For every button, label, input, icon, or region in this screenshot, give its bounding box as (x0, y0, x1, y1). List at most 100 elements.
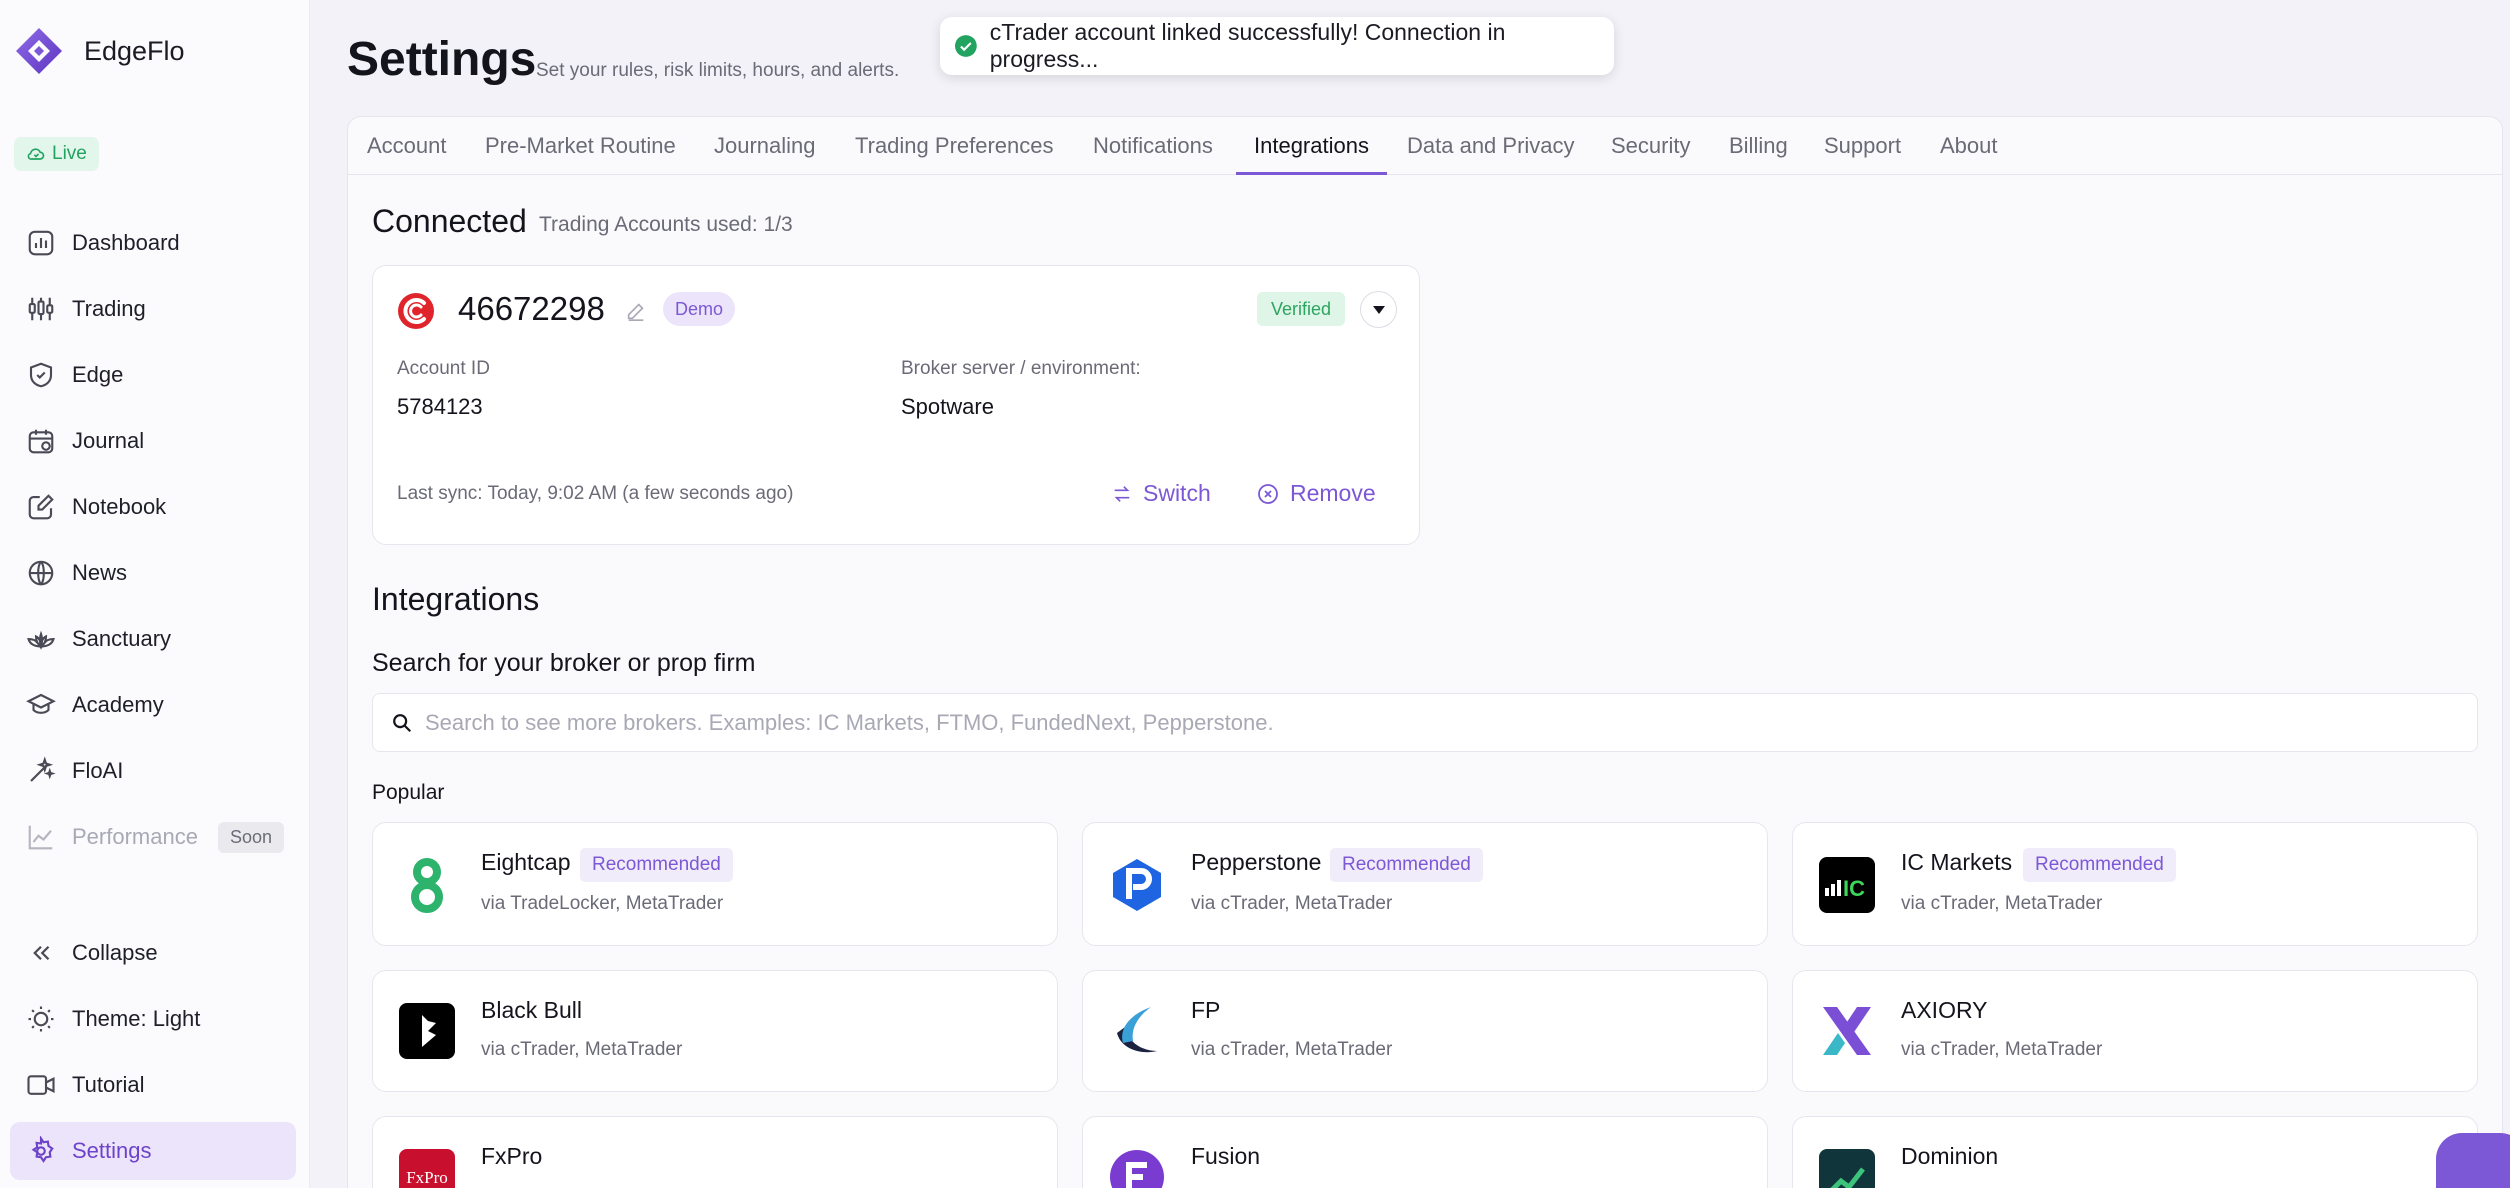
account-id-label: Account ID (397, 358, 490, 379)
graduation-cap-icon (26, 693, 56, 714)
ctrader-logo-icon (398, 293, 434, 329)
broker-search[interactable] (372, 693, 2478, 752)
live-status-badge: Live (14, 137, 99, 171)
tab-data-and-privacy[interactable]: Data and Privacy (1407, 117, 1575, 175)
check-circle-icon (954, 35, 977, 57)
broker-card-fp[interactable]: FP via cTrader, MetaTrader (1082, 970, 1768, 1092)
broker-card-fusion[interactable]: Fusion (1082, 1116, 1768, 1188)
sidebar-item-label: Sanctuary (72, 626, 172, 651)
tab-account[interactable]: Account (367, 117, 447, 175)
sidebar: EdgeFlo Live Dashboard Trading Edge Jour… (0, 0, 310, 1188)
account-id-value: 5784123 (397, 394, 483, 419)
sidebar-item-performance: Performance Soon (10, 808, 296, 866)
broker-name: Black Bull (481, 997, 582, 1023)
sidebar-item-label: Edge (72, 362, 124, 387)
sidebar-item-label: Collapse (72, 940, 158, 965)
pencil-icon[interactable] (625, 300, 647, 322)
broker-card-axiory[interactable]: AXIORY via cTrader, MetaTrader (1792, 970, 2478, 1092)
tab-about[interactable]: About (1940, 117, 1998, 175)
page-subtitle: Set your rules, risk limits, hours, and … (536, 60, 900, 81)
eightcap-logo-icon (399, 857, 455, 913)
tab-billing[interactable]: Billing (1729, 117, 1788, 175)
ic-markets-logo-icon: IC (1819, 857, 1875, 913)
tab-trading-preferences[interactable]: Trading Preferences (855, 117, 1054, 175)
tab-integrations[interactable]: Integrations (1236, 117, 1387, 175)
svg-text:IC: IC (1843, 876, 1865, 900)
fusion-logo-icon (1109, 1149, 1165, 1188)
broker-card-dominion[interactable]: Dominion (1792, 1116, 2478, 1188)
accounts-usage: Trading Accounts used: 1/3 (539, 213, 793, 236)
broker-platforms: via cTrader, MetaTrader (1191, 893, 1393, 914)
broker-card-ic-markets[interactable]: IC IC Markets Recommended via cTrader, M… (1792, 822, 2478, 946)
sidebar-item-trading[interactable]: Trading (10, 280, 296, 338)
sidebar-item-label: Journal (72, 428, 145, 453)
success-toast: cTrader account linked successfully! Con… (940, 17, 1614, 75)
search-heading: Search for your broker or prop firm (372, 649, 756, 677)
svg-text:FxPro: FxPro (406, 1168, 448, 1187)
sidebar-item-journal[interactable]: Journal (10, 412, 296, 470)
switch-arrows-icon (1114, 485, 1130, 502)
recommended-badge: Recommended (580, 848, 733, 882)
pepperstone-logo-icon (1109, 857, 1165, 913)
sidebar-item-label: Dashboard (72, 230, 180, 255)
sidebar-item-edge[interactable]: Edge (10, 346, 296, 404)
switch-label: Switch (1143, 480, 1211, 506)
chat-launcher-button[interactable] (2436, 1133, 2510, 1188)
popular-heading: Popular (372, 781, 445, 804)
sidebar-item-tutorial[interactable]: Tutorial (10, 1056, 296, 1114)
broker-card-black-bull[interactable]: Black Bull via cTrader, MetaTrader (372, 970, 1058, 1092)
sidebar-item-label: Theme: Light (72, 1006, 201, 1031)
sidebar-item-label: Performance (72, 824, 198, 849)
cloud-icon (27, 148, 45, 160)
sidebar-item-settings[interactable]: Settings (10, 1122, 296, 1180)
gear-icon (31, 1136, 54, 1163)
settings-tabs: Account Pre-Market Routine Journaling Tr… (348, 117, 2502, 175)
double-chevron-left-icon (33, 945, 50, 961)
tab-journaling[interactable]: Journaling (714, 117, 816, 175)
sun-icon (28, 1006, 54, 1032)
sidebar-item-label: Tutorial (72, 1072, 145, 1097)
black-bull-logo-icon (399, 1003, 455, 1059)
sidebar-item-label: FloAI (72, 758, 124, 783)
broker-card-pepperstone[interactable]: Pepperstone Recommended via cTrader, Met… (1082, 822, 1768, 946)
broker-card-fxpro[interactable]: FxPro FxPro (372, 1116, 1058, 1188)
broker-platforms: via cTrader, MetaTrader (1901, 893, 2103, 914)
broker-server-value: Spotware (901, 394, 994, 419)
shield-check-icon (29, 362, 53, 388)
dominion-logo-icon (1819, 1149, 1875, 1188)
edit-note-icon (28, 494, 54, 520)
soon-badge: Soon (217, 821, 284, 853)
switch-button[interactable]: Switch (1111, 480, 1211, 507)
tab-notifications[interactable]: Notifications (1093, 117, 1213, 175)
account-number: 46672298 (458, 290, 605, 327)
account-menu-button[interactable] (1360, 291, 1397, 328)
remove-label: Remove (1290, 480, 1376, 506)
sidebar-item-news[interactable]: News (10, 544, 296, 602)
sidebar-item-label: Settings (72, 1138, 152, 1163)
brand[interactable]: EdgeFlo (14, 26, 185, 76)
search-icon (393, 713, 412, 732)
sidebar-item-collapse[interactable]: Collapse (10, 924, 296, 982)
sidebar-item-label: News (72, 560, 128, 585)
broker-name: Pepperstone (1191, 849, 1322, 875)
tab-support[interactable]: Support (1824, 117, 1901, 175)
sidebar-item-theme[interactable]: Theme: Light (10, 990, 296, 1048)
account-type-badge: Demo (663, 292, 736, 326)
sidebar-item-dashboard[interactable]: Dashboard (10, 214, 296, 272)
sidebar-item-notebook[interactable]: Notebook (10, 478, 296, 536)
broker-server-label: Broker server / environment: (901, 358, 1141, 379)
lotus-icon (27, 630, 55, 650)
broker-card-eightcap[interactable]: Eightcap Recommended via TradeLocker, Me… (372, 822, 1058, 946)
sidebar-item-label: Trading (72, 296, 146, 321)
toast-message: cTrader account linked successfully! Con… (989, 19, 1506, 72)
tab-security[interactable]: Security (1611, 117, 1690, 175)
sidebar-item-academy[interactable]: Academy (10, 676, 296, 734)
broker-name: Eightcap (481, 849, 571, 875)
remove-button[interactable]: Remove (1256, 480, 1376, 507)
tab-pre-market-routine[interactable]: Pre-Market Routine (485, 117, 676, 175)
sidebar-item-floai[interactable]: FloAI (10, 742, 296, 800)
broker-search-input[interactable] (425, 709, 2325, 736)
sidebar-item-sanctuary[interactable]: Sanctuary (10, 610, 296, 668)
recommended-badge: Recommended (1330, 848, 1483, 882)
fp-logo-icon (1109, 1003, 1165, 1059)
